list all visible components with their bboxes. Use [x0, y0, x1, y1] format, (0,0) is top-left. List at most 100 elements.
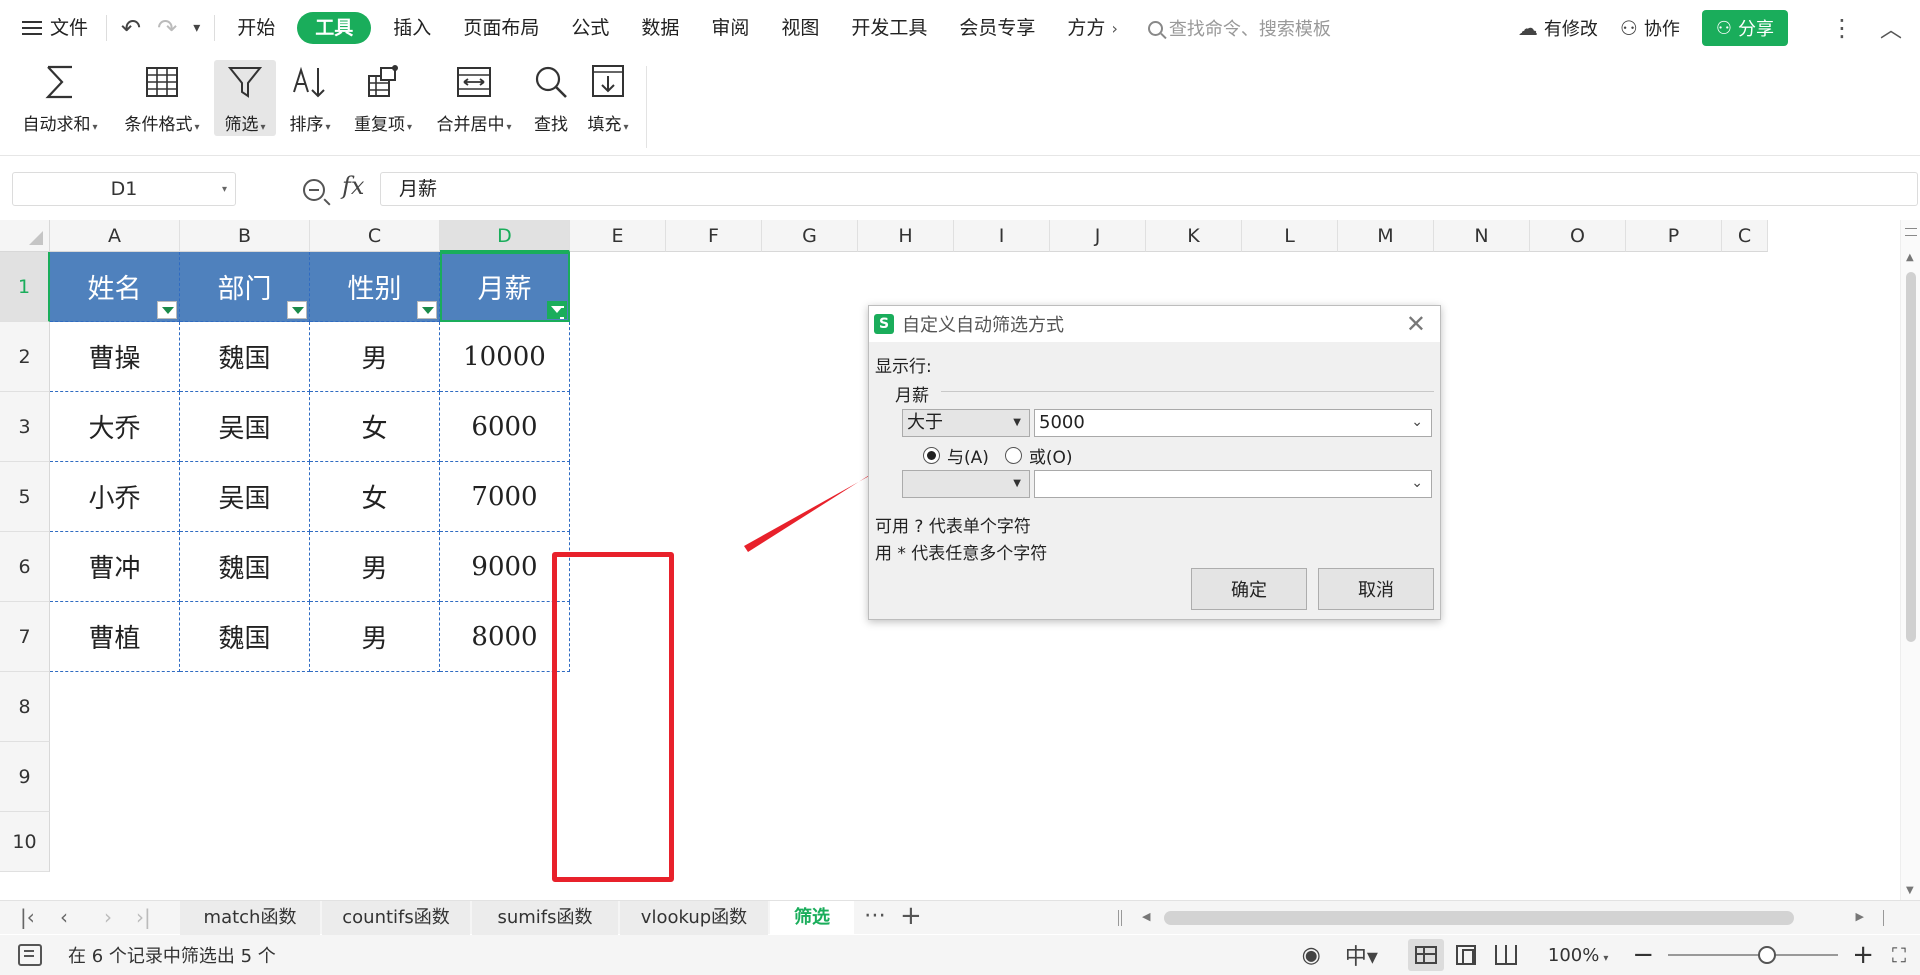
collab-button[interactable]: ⚇ 协作 [1620, 15, 1680, 41]
ok-button[interactable]: 确定 [1191, 568, 1307, 610]
column-header-g[interactable]: G [762, 220, 858, 252]
sort-button[interactable]: 排序 ▾ [282, 60, 338, 136]
column-header-m[interactable]: M [1338, 220, 1434, 252]
column-header-l[interactable]: L [1242, 220, 1338, 252]
prev-sheet-icon[interactable]: ‹ [60, 905, 68, 929]
chevron-right-icon[interactable]: › [1109, 19, 1119, 38]
data-cell[interactable]: 魏国 [180, 532, 310, 602]
sheet-tab-match[interactable]: match函数 [180, 901, 320, 935]
close-icon[interactable]: ✕ [1406, 310, 1426, 338]
column-header-e[interactable]: E [570, 220, 666, 252]
zoom-minus-icon[interactable]: − [1632, 940, 1654, 970]
tab-formulas[interactable]: 公式 [555, 0, 625, 56]
data-cell[interactable]: 大乔 [50, 392, 180, 462]
data-cell[interactable]: 6000 [440, 392, 570, 462]
data-cell[interactable]: 女 [310, 462, 440, 532]
filter-dropdown-icon[interactable] [287, 301, 307, 319]
select-all-corner[interactable] [0, 220, 50, 252]
data-cell[interactable]: 吴国 [180, 392, 310, 462]
tab-fangfang[interactable]: 方方 [1051, 0, 1109, 56]
tab-page-layout[interactable]: 页面布局 [447, 0, 555, 56]
data-cell[interactable]: 魏国 [180, 602, 310, 672]
tab-split-handle[interactable] [1118, 910, 1122, 926]
eye-protection-icon[interactable]: ◉ [1302, 943, 1321, 968]
scroll-right-icon[interactable]: ▶ [1856, 910, 1864, 923]
find-button[interactable]: 查找 [528, 60, 574, 136]
undo-icon[interactable]: ↶ [113, 0, 149, 56]
more-vertical-icon[interactable]: ⋮ [1830, 14, 1854, 42]
conditional-format-button[interactable]: 条件格式 ▾ [118, 60, 206, 136]
horizontal-scroll-thumb[interactable] [1164, 911, 1794, 925]
last-sheet-icon[interactable]: ›| [136, 905, 151, 929]
data-cell[interactable]: 吴国 [180, 462, 310, 532]
hsplit-handle[interactable] [1883, 910, 1887, 926]
command-search[interactable]: 查找命令、搜索模板 [1147, 15, 1331, 41]
zoom-slider[interactable] [1668, 946, 1839, 964]
more-sheets-icon[interactable]: ⋯ [864, 903, 886, 928]
and-radio[interactable] [923, 447, 940, 464]
column-header-a[interactable]: A [50, 220, 180, 252]
formula-input[interactable]: 月薪 [380, 172, 1918, 206]
column-header-b[interactable]: B [180, 220, 310, 252]
redo-icon[interactable]: ↷ [149, 0, 185, 56]
column-header-k[interactable]: K [1146, 220, 1242, 252]
operator1-select[interactable]: 大于 ▼ [902, 409, 1030, 437]
name-box[interactable]: D1 ▾ [12, 172, 236, 206]
page-layout-view-button[interactable] [1448, 939, 1484, 971]
normal-view-button[interactable] [1407, 939, 1444, 971]
data-cell[interactable]: 小乔 [50, 462, 180, 532]
header-cell-a[interactable]: 姓名 [50, 252, 180, 322]
value2-combobox[interactable]: ⌄ [1034, 470, 1432, 498]
sheet-tab-vlookup[interactable]: vlookup函数 [620, 901, 768, 935]
column-header-c[interactable]: C [310, 220, 440, 252]
scroll-down-icon[interactable]: ▼ [1906, 885, 1914, 896]
duplicates-button[interactable]: 重复项 ▾ [348, 60, 418, 136]
zoom-plus-icon[interactable]: + [1852, 940, 1874, 970]
zoom-slider-knob[interactable] [1758, 946, 1777, 964]
scroll-left-icon[interactable]: ◀ [1142, 910, 1150, 923]
filter-dropdown-icon[interactable] [417, 301, 437, 319]
vertical-scroll-thumb[interactable] [1906, 272, 1916, 642]
tab-data[interactable]: 数据 [625, 0, 695, 56]
column-header-n[interactable]: N [1434, 220, 1530, 252]
and-radio-label[interactable]: 与(A) [947, 443, 989, 468]
data-cell[interactable]: 8000 [440, 602, 570, 672]
data-cell[interactable]: 7000 [440, 462, 570, 532]
autosum-button[interactable]: 自动求和 ▾ [16, 60, 104, 136]
column-header-h[interactable]: H [858, 220, 954, 252]
data-cell[interactable]: 曹冲 [50, 532, 180, 602]
share-button[interactable]: ⚇ 分享 [1701, 10, 1788, 46]
or-radio-label[interactable]: 或(O) [1029, 443, 1073, 468]
tab-view[interactable]: 视图 [765, 0, 835, 56]
value1-combobox[interactable]: 5000 ⌄ [1034, 409, 1432, 437]
header-cell-c[interactable]: 性别 [310, 252, 440, 322]
filter-dropdown-icon[interactable] [157, 301, 177, 319]
merge-center-button[interactable]: 合并居中 ▾ [430, 60, 518, 136]
reading-view-button[interactable] [1488, 939, 1524, 971]
header-cell-d[interactable]: 月薪 [440, 252, 570, 322]
tab-home[interactable]: 开始 [221, 0, 291, 56]
operator2-select[interactable]: ▼ [902, 470, 1030, 498]
tab-member[interactable]: 会员专享 [943, 0, 1051, 56]
fullscreen-icon[interactable]: ⛶ [1892, 943, 1906, 967]
header-cell-b[interactable]: 部门 [180, 252, 310, 322]
tab-review[interactable]: 审阅 [695, 0, 765, 56]
filter-button[interactable]: 筛选 ▾ [214, 60, 276, 136]
data-cell[interactable]: 10000 [440, 322, 570, 392]
column-header-j[interactable]: J [1050, 220, 1146, 252]
data-cell[interactable]: 男 [310, 532, 440, 602]
macro-record-icon[interactable] [18, 944, 42, 966]
collapse-ribbon-icon[interactable]: ︿ [1880, 12, 1902, 44]
sheet-tab-sumifs[interactable]: sumifs函数 [472, 901, 618, 935]
sheet-tab-filter[interactable]: 筛选 [770, 901, 854, 935]
column-header-c[interactable]: C [1722, 220, 1768, 252]
data-cell[interactable]: 女 [310, 392, 440, 462]
zoom-dropdown[interactable]: 100% ▾ [1548, 945, 1609, 966]
split-handle-icon[interactable] [1905, 228, 1917, 236]
modified-button[interactable]: ☁ 有修改 [1518, 15, 1598, 41]
add-sheet-icon[interactable]: + [900, 901, 922, 931]
function-icon[interactable]: fx [342, 172, 364, 200]
sheet-tab-countifs[interactable]: countifs函数 [322, 901, 470, 935]
file-menu[interactable]: 文件 [0, 0, 100, 56]
column-header-f[interactable]: F [666, 220, 762, 252]
